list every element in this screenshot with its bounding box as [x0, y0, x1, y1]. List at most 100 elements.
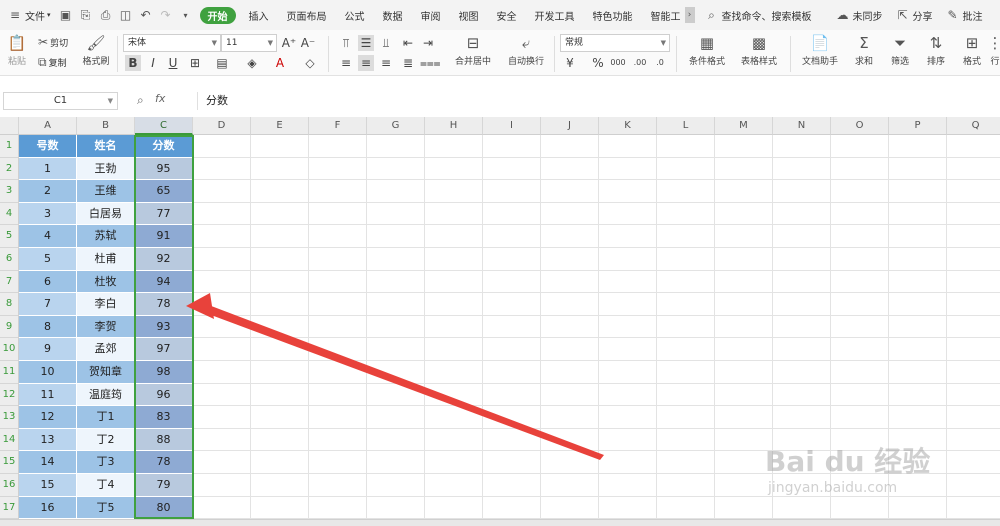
cell-C5[interactable]: 91: [135, 225, 193, 248]
empty-cell[interactable]: [193, 157, 251, 181]
sheet-tabs-bar[interactable]: [0, 519, 1000, 526]
empty-cell[interactable]: [367, 293, 425, 316]
empty-cell[interactable]: [309, 383, 367, 407]
cell-C3[interactable]: 65: [135, 180, 193, 203]
column-header-m[interactable]: M: [715, 117, 773, 135]
bold-icon[interactable]: B: [125, 55, 141, 71]
cell-A12[interactable]: 11: [19, 383, 77, 407]
empty-cell[interactable]: [483, 383, 541, 407]
empty-cell[interactable]: [599, 270, 657, 294]
empty-cell[interactable]: [367, 225, 425, 248]
save-icon[interactable]: ▣: [58, 7, 74, 23]
empty-cell[interactable]: [541, 157, 599, 181]
empty-cell[interactable]: [715, 225, 773, 248]
cell-B9[interactable]: 李贺: [77, 315, 135, 339]
empty-cell[interactable]: [947, 406, 1000, 429]
empty-cell[interactable]: [773, 338, 831, 361]
empty-cell[interactable]: [425, 361, 483, 384]
empty-cell[interactable]: [947, 361, 1000, 384]
empty-cell[interactable]: [251, 315, 309, 339]
empty-cell[interactable]: [773, 361, 831, 384]
cell-A5[interactable]: 4: [19, 225, 77, 248]
tab-data[interactable]: 数据: [374, 0, 412, 30]
empty-cell[interactable]: [309, 496, 367, 520]
align-bottom-icon[interactable]: ⫫: [378, 35, 394, 51]
empty-cell[interactable]: [541, 180, 599, 203]
empty-cell[interactable]: [599, 135, 657, 158]
empty-cell[interactable]: [715, 202, 773, 226]
empty-cell[interactable]: [193, 270, 251, 294]
column-header-p[interactable]: P: [889, 117, 947, 135]
empty-cell[interactable]: [889, 383, 947, 407]
tab-formula[interactable]: 公式: [336, 0, 374, 30]
empty-cell[interactable]: [251, 406, 309, 429]
share-button[interactable]: ⇱ 分享: [888, 0, 938, 30]
empty-cell[interactable]: [425, 270, 483, 294]
empty-cell[interactable]: [309, 451, 367, 474]
increase-font-icon[interactable]: A⁺: [281, 35, 297, 51]
cell-A4[interactable]: 3: [19, 202, 77, 226]
cell-B15[interactable]: 丁3: [77, 451, 135, 474]
print-icon[interactable]: ⎙: [98, 7, 114, 23]
empty-cell[interactable]: [251, 225, 309, 248]
row-header-10[interactable]: 10: [0, 338, 19, 361]
empty-cell[interactable]: [773, 315, 831, 339]
empty-cell[interactable]: [947, 384, 1000, 407]
empty-cell[interactable]: [657, 293, 715, 316]
font-color-icon[interactable]: A: [272, 55, 288, 71]
select-all-corner[interactable]: [0, 117, 19, 135]
fx-icon[interactable]: fx: [155, 92, 165, 105]
empty-cell[interactable]: [251, 496, 309, 520]
empty-cell[interactable]: [947, 497, 1000, 520]
empty-cell[interactable]: [309, 202, 367, 226]
comment-button[interactable]: ✎ 批注: [938, 0, 988, 30]
row-header-3[interactable]: 3: [0, 180, 19, 203]
file-menu[interactable]: ≡ 文件 ▾: [0, 0, 56, 30]
row-header-4[interactable]: 4: [0, 202, 19, 226]
empty-cell[interactable]: [425, 315, 483, 339]
column-header-h[interactable]: H: [425, 117, 483, 135]
cell-A2[interactable]: 1: [19, 157, 77, 181]
empty-cell[interactable]: [657, 338, 715, 361]
empty-cell[interactable]: [483, 406, 541, 429]
cell-C8[interactable]: 78: [135, 293, 193, 316]
sort-button[interactable]: ⇅ 排序: [920, 32, 952, 67]
tab-smart-tools[interactable]: 智能工: [642, 0, 683, 30]
copy-button[interactable]: ⧉ 复制: [38, 55, 67, 70]
empty-cell[interactable]: [541, 315, 599, 339]
indent-increase-icon[interactable]: ⇥: [420, 35, 436, 51]
empty-cell[interactable]: [193, 383, 251, 407]
empty-cell[interactable]: [483, 496, 541, 520]
empty-cell[interactable]: [773, 383, 831, 407]
empty-cell[interactable]: [657, 315, 715, 339]
row-header-8[interactable]: 8: [0, 293, 19, 316]
empty-cell[interactable]: [657, 496, 715, 520]
empty-cell[interactable]: [599, 428, 657, 452]
align-right-icon[interactable]: ≡: [378, 55, 394, 71]
empty-cell[interactable]: [947, 203, 1000, 226]
empty-cell[interactable]: [715, 406, 773, 429]
empty-cell[interactable]: [599, 225, 657, 248]
empty-cell[interactable]: [715, 270, 773, 294]
empty-cell[interactable]: [309, 338, 367, 361]
empty-cell[interactable]: [193, 361, 251, 384]
empty-cell[interactable]: [483, 474, 541, 497]
empty-cell[interactable]: [541, 451, 599, 474]
empty-cell[interactable]: [541, 248, 599, 271]
decrease-decimal-icon[interactable]: .0: [652, 55, 668, 71]
empty-cell[interactable]: [251, 383, 309, 407]
cell-C16[interactable]: 79: [135, 474, 193, 497]
empty-cell[interactable]: [947, 135, 1000, 158]
empty-cell[interactable]: [889, 338, 947, 361]
empty-cell[interactable]: [715, 383, 773, 407]
empty-cell[interactable]: [599, 248, 657, 271]
cell-A13[interactable]: 12: [19, 406, 77, 429]
empty-cell[interactable]: [541, 361, 599, 384]
empty-cell[interactable]: [251, 428, 309, 452]
cell-B1[interactable]: 姓名: [77, 135, 135, 158]
empty-cell[interactable]: [947, 316, 1000, 339]
row-header-11[interactable]: 11: [0, 361, 19, 384]
sync-status[interactable]: ☁ 未同步: [817, 0, 888, 30]
tab-review[interactable]: 审阅: [412, 0, 450, 30]
align-center-icon[interactable]: ≡: [358, 55, 374, 71]
